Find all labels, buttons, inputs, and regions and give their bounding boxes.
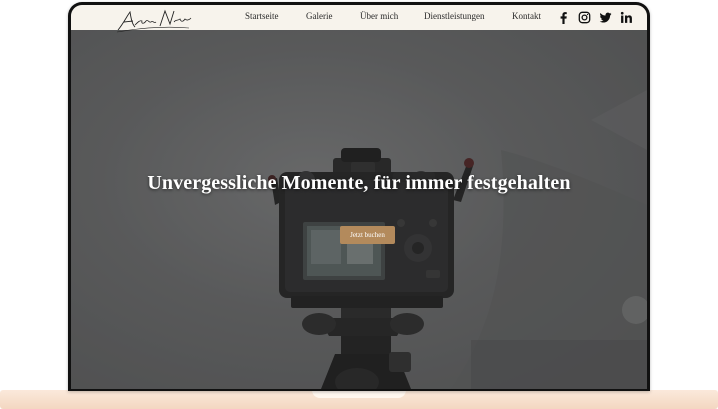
twitter-icon[interactable]: [599, 11, 612, 24]
laptop-notch: [312, 390, 406, 398]
signature-logo[interactable]: [115, 6, 193, 34]
hero-overlay: [71, 30, 647, 389]
linkedin-icon[interactable]: [620, 11, 633, 24]
navbar: Startseite Galerie Über mich Dienstleist…: [71, 5, 647, 33]
nav-ueber-mich[interactable]: Über mich: [360, 11, 398, 21]
website-screen: Startseite Galerie Über mich Dienstleist…: [71, 5, 647, 389]
hero-section: [71, 30, 647, 389]
instagram-icon[interactable]: [578, 11, 591, 24]
nav-dienstleistungen[interactable]: Dienstleistungen: [424, 11, 485, 21]
nav-startseite[interactable]: Startseite: [245, 11, 279, 21]
hero-title: Unvergessliche Momente, für immer festge…: [147, 172, 571, 194]
nav-galerie[interactable]: Galerie: [306, 11, 332, 21]
book-now-button[interactable]: Jetzt buchen: [340, 226, 395, 244]
facebook-icon[interactable]: [557, 11, 570, 24]
nav-kontakt[interactable]: Kontakt: [512, 11, 541, 21]
